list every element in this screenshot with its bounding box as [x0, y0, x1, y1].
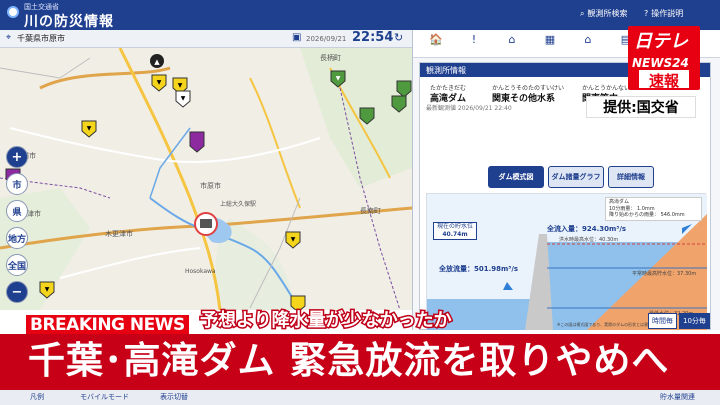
tab-dam-diagram[interactable]: ダム模式図: [488, 166, 544, 188]
app-header: 国土交通省 川の防災情報 ⌕ 観測所検索 ? 操作説明: [0, 0, 720, 30]
svg-text:▼: ▼: [181, 95, 186, 102]
svg-text:▼: ▼: [291, 236, 296, 243]
svg-text:▼: ▼: [157, 79, 162, 86]
calendar-icon[interactable]: ▣: [292, 32, 301, 43]
map-place-label: 市原市: [200, 181, 221, 190]
zoom-in-button[interactable]: +: [6, 146, 28, 168]
ten-minute-button[interactable]: 10分毎: [679, 313, 710, 329]
station-marker[interactable]: [290, 295, 306, 310]
outflow-value: 全放流量：501.98m³/s: [439, 265, 519, 273]
svg-text:▼: ▼: [336, 75, 341, 82]
current-level-box: 現在の貯水位 40.74m: [433, 222, 477, 240]
dam-diagram: 高滝ダム 10分雨量： 1.0mm 降り始めからの雨量： 546.0mm 現在の…: [426, 193, 707, 330]
flash-badge: 速報: [637, 68, 691, 90]
mobile-mode-button[interactable]: モバイルモード: [80, 392, 129, 402]
legend-button[interactable]: 凡例: [30, 392, 44, 402]
zoom-out-button[interactable]: −: [6, 281, 28, 303]
observation-date: 2026/09/21: [306, 35, 347, 43]
zoom-nation-button[interactable]: 全国: [6, 254, 28, 276]
nav-dam-icon[interactable]: ⌂: [573, 34, 603, 46]
map-place-label: 長南町: [360, 206, 381, 215]
zoom-region-button[interactable]: 地方: [6, 227, 28, 249]
current-location[interactable]: 千葉県市原市: [17, 33, 65, 44]
svg-text:▼: ▼: [87, 125, 92, 132]
image-credit: 提供:国交省: [586, 96, 696, 118]
zoom-city-button[interactable]: 市: [6, 173, 28, 195]
nav-camera-icon[interactable]: ▦: [535, 34, 565, 46]
svg-text:▼: ▼: [178, 82, 183, 89]
map-place-label: 上総大久保駅: [220, 200, 256, 208]
nav-warning-icon[interactable]: !: [459, 34, 489, 46]
tab-details[interactable]: 詳細情報: [608, 166, 654, 188]
tab-dam-graph[interactable]: ダム諸量グラフ: [548, 166, 604, 188]
station-marker[interactable]: ▲: [150, 54, 164, 68]
latest-observation: 最新観測値 2026/09/21 22:40: [426, 105, 512, 112]
map-place-label: 長柄町: [320, 53, 341, 62]
map-canvas[interactable]: ▲ ▼ ▼ ▼ ▼ ▼ ▼ ▼ 長柄町 木更津市 君津市 長南町 上総大久保駅 …: [0, 48, 412, 310]
inflow-value: 全流入量：924.30m³/s: [547, 225, 627, 233]
sub-headline: 予想より降水量が少なかったか: [199, 309, 454, 333]
svg-text:▲: ▲: [154, 58, 160, 66]
display-toggle-button[interactable]: 表示切替: [160, 392, 188, 402]
location-bar: ⌖ 千葉県市原市 ▣ 2026/09/21 22:54 ↻: [0, 30, 412, 48]
normal-max-level: 平常時最高貯水位：37.30m: [632, 271, 697, 277]
svg-text:▼: ▼: [45, 286, 50, 293]
zoom-prefecture-button[interactable]: 県: [6, 200, 28, 222]
headline: 千葉･高滝ダム 緊急放流を取りやめへ: [28, 339, 670, 382]
storage-related-link[interactable]: 貯水量関連: [660, 392, 695, 402]
rainfall-legend: 高滝ダム 10分雨量： 1.0mm 降り始めからの雨量： 546.0mm: [605, 197, 702, 221]
search-icon: ⌕: [580, 8, 585, 18]
map-view[interactable]: ▲ ▼ ▼ ▼ ▼ ▼ ▼ ▼ 長柄町 木更津市 君津市 長南町 上総大久保駅 …: [0, 48, 412, 310]
nav-river-icon[interactable]: ⌂: [497, 34, 527, 46]
location-pin-icon: ⌖: [6, 33, 12, 43]
nav-home-icon[interactable]: 🏠: [421, 34, 451, 46]
help-icon: ?: [644, 9, 649, 18]
hourly-button[interactable]: 時間毎: [648, 313, 677, 329]
map-place-label: 木更津市: [105, 229, 133, 238]
interval-toggle: 時間毎 10分毎: [648, 313, 710, 329]
selected-dam-marker[interactable]: [194, 212, 218, 236]
observation-time: 22:54: [352, 30, 394, 45]
station-search-button[interactable]: ⌕ 観測所検索: [580, 8, 627, 19]
refresh-icon[interactable]: ↻: [394, 31, 403, 44]
flood-max-level: 洪水時最高水位：40.30m: [559, 237, 619, 243]
mlit-logo-icon: [7, 6, 19, 18]
help-button[interactable]: ? 操作説明: [644, 8, 683, 19]
site-title[interactable]: 川の防災情報: [24, 11, 114, 31]
map-zoom-controls: + 市 県 地方 全国 −: [6, 146, 28, 303]
breaking-news-label: BREAKING NEWS: [26, 315, 189, 335]
footer-bar: 凡例 モバイルモード 表示切替 貯水量関連: [0, 390, 720, 405]
map-place-label: Hosokawa: [185, 268, 216, 275]
